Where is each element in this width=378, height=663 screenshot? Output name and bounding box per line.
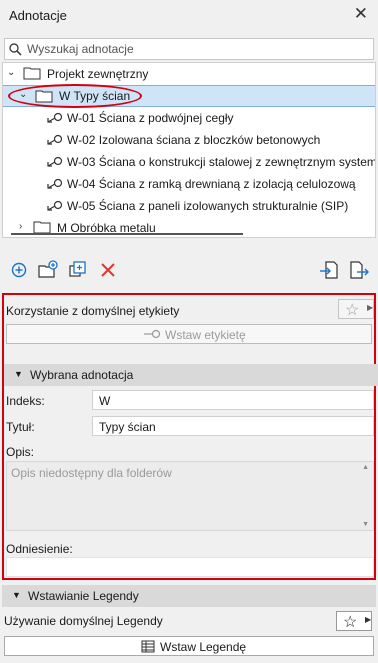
tree-toolbar — [0, 256, 378, 286]
tree-row-selected-folder[interactable]: ⌄ W Typy ścian — [3, 85, 375, 107]
tree-item-label: W-04 Ściana z ramką drewnianą z izolacją… — [67, 177, 356, 191]
annotation-link-icon — [47, 200, 63, 211]
chevron-right-icon[interactable]: › — [19, 221, 22, 232]
folder-icon — [35, 90, 53, 103]
export-icon[interactable] — [348, 259, 370, 281]
label-favorites-button[interactable]: ☆ ▶ — [338, 299, 374, 319]
annotation-link-icon — [47, 156, 63, 167]
default-legend-caption: Używanie domyślnej Legendy — [4, 614, 163, 628]
collapse-triangle-icon: ▼ — [14, 369, 23, 379]
title-label: Tytuł: — [6, 420, 35, 434]
collapse-triangle-icon: ▼ — [12, 590, 21, 600]
duplicate-icon[interactable] — [67, 259, 89, 281]
reference-label: Odniesienie: — [6, 542, 73, 556]
default-label-caption: Korzystanie z domyślnej etykiety — [6, 304, 180, 318]
close-icon[interactable]: ✕ — [354, 4, 368, 24]
star-icon: ☆ — [345, 302, 360, 319]
chevron-down-icon[interactable]: ⌄ — [19, 89, 27, 100]
annotation-link-icon — [47, 178, 63, 189]
section-header-selected-annotation[interactable]: ▼ Wybrana adnotacja — [4, 364, 378, 386]
tree-item[interactable]: W-05 Ściana z paneli izolowanych struktu… — [3, 195, 375, 217]
tree-row-root[interactable]: ⌄ Projekt zewnętrzny — [3, 63, 375, 85]
annotation-tree: ⌄ Projekt zewnętrzny ⌄ W Typy ścian W-01… — [2, 62, 376, 238]
annotation-link-icon — [47, 134, 63, 145]
tree-item[interactable]: W-02 Izolowana ściana z bloczków betonow… — [3, 129, 375, 151]
insert-legend-text: Wstaw Legendę — [160, 640, 247, 654]
tree-item-label: W-01 Ściana z podwójnej cegły — [67, 111, 234, 125]
tree-item-label: W-03 Ściana o konstrukcji stalowej z zew… — [67, 155, 376, 169]
horizontal-scrollbar[interactable] — [11, 233, 243, 235]
search-icon — [9, 43, 22, 56]
new-folder-icon[interactable] — [37, 259, 59, 281]
title-field[interactable]: Typy ścian — [92, 416, 374, 436]
caret-right-icon: ▶ — [367, 303, 374, 312]
tree-item[interactable]: W-04 Ściana z ramką drewnianą z izolacją… — [3, 173, 375, 195]
add-icon[interactable] — [8, 259, 30, 281]
tree-item-label: W-02 Izolowana ściana z bloczków betonow… — [67, 133, 321, 147]
label-link-icon — [144, 329, 161, 339]
selected-folder-label: W Typy ścian — [59, 89, 131, 103]
legend-section-title: Wstawianie Legendy — [28, 589, 139, 603]
tree-item-label: W-05 Ściana z paneli izolowanych struktu… — [67, 199, 349, 213]
tree-item[interactable]: W-01 Ściana z podwójnej cegły — [3, 107, 375, 129]
section-header-legend[interactable]: ▼ Wstawianie Legendy — [2, 585, 376, 607]
tree-root-label: Projekt zewnętrzny — [47, 67, 149, 81]
search-box[interactable] — [4, 38, 374, 60]
title-bar: Adnotacje ✕ — [0, 0, 378, 32]
folder-icon — [23, 67, 41, 80]
chevron-down-icon[interactable]: ⌄ — [7, 67, 15, 78]
insert-label-button[interactable]: Wstaw etykietę — [6, 324, 372, 344]
tree-item[interactable]: W-03 Ściana o konstrukcji stalowej z zew… — [3, 151, 376, 173]
delete-icon[interactable] — [97, 259, 119, 281]
scroll-up-icon[interactable]: ▲ — [362, 464, 369, 471]
index-label: Indeks: — [6, 394, 45, 408]
folder-icon — [33, 221, 51, 234]
window-title: Adnotacje — [9, 8, 67, 23]
index-value: W — [99, 394, 111, 408]
reference-field[interactable] — [6, 557, 374, 577]
description-placeholder: Opis niedostępny dla folderów — [11, 466, 172, 480]
description-label: Opis: — [6, 445, 35, 459]
star-icon: ☆ — [343, 614, 358, 631]
insert-legend-button[interactable]: Wstaw Legendę — [4, 636, 374, 656]
caret-right-icon: ▶ — [365, 615, 372, 624]
scroll-down-icon[interactable]: ▼ — [362, 521, 369, 528]
title-value: Typy ścian — [99, 420, 156, 434]
index-field[interactable]: W — [92, 390, 374, 410]
insert-label-text: Wstaw etykietę — [165, 328, 246, 342]
table-icon — [141, 640, 155, 653]
settings-panel-highlight: Korzystanie z domyślnej etykiety ☆ ▶ Wst… — [2, 293, 378, 580]
search-input[interactable] — [27, 41, 367, 57]
description-field[interactable]: Opis niedostępny dla folderów ▲ ▼ — [6, 461, 374, 531]
annotation-link-icon — [47, 112, 63, 123]
legend-favorites-button[interactable]: ☆ ▶ — [336, 611, 372, 631]
section-title: Wybrana adnotacja — [30, 368, 134, 382]
import-icon[interactable] — [318, 259, 340, 281]
